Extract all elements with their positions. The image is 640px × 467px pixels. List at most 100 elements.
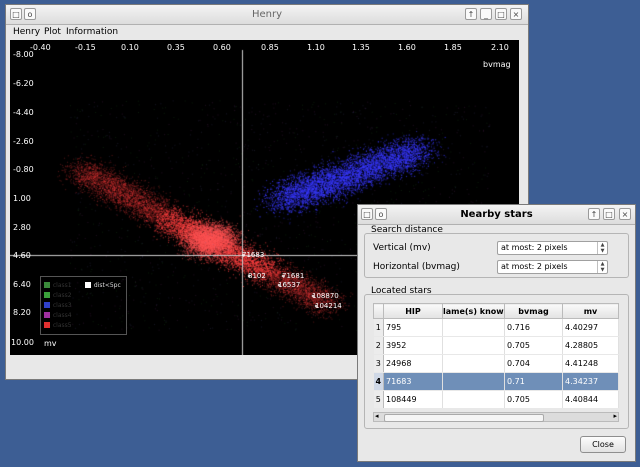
row-number[interactable]: 3 <box>373 354 384 373</box>
minimize-icon[interactable]: _ <box>480 8 492 20</box>
cell-names[interactable] <box>442 390 505 409</box>
star-label[interactable]: 71681 <box>282 272 304 280</box>
cell-names[interactable] <box>442 354 505 373</box>
x-tick: 1.35 <box>352 43 370 52</box>
main-titlebar[interactable]: □ o Henry ↑ _ □ × <box>6 5 528 25</box>
legend-item: class2 <box>44 290 72 300</box>
menu-plot[interactable]: Plot <box>44 27 61 37</box>
column-header-hip[interactable]: HIP <box>383 303 443 319</box>
legend-label: class4 <box>52 312 72 319</box>
x-axis-label: bvmag <box>483 60 511 69</box>
cell-bvmag[interactable]: 0.705 <box>504 390 563 409</box>
table-row[interactable]: 3 24968 0.704 4.41248 <box>373 354 619 373</box>
horizontal-label: Horizontal (bvmag) <box>373 262 460 272</box>
x-tick: 0.85 <box>261 43 279 52</box>
horizontal-distance-combo[interactable]: at most: 2 pixels ▲ ▼ <box>497 260 608 274</box>
y-tick: 10.00 <box>11 338 34 347</box>
x-tick: 2.10 <box>491 43 509 52</box>
cell-names[interactable] <box>442 318 505 337</box>
cell-mv[interactable]: 4.40297 <box>562 318 619 337</box>
y-tick: -2.60 <box>13 137 34 146</box>
close-button[interactable]: Close <box>580 436 626 453</box>
legend-item: class1 <box>44 280 72 290</box>
table-row[interactable]: 2 3952 0.705 4.28805 <box>373 336 619 355</box>
x-tick: 0.60 <box>213 43 231 52</box>
legend-label: class3 <box>52 302 72 309</box>
y-tick: -6.20 <box>13 79 34 88</box>
main-window-title: Henry <box>251 9 283 20</box>
vertical-distance-combo[interactable]: at most: 2 pixels ▲ ▼ <box>497 241 608 255</box>
x-tick: 1.85 <box>444 43 462 52</box>
cell-bvmag[interactable]: 0.716 <box>504 318 563 337</box>
plot-legend: class1 class2 class3 class4 class5 dist<… <box>40 276 127 335</box>
cell-mv[interactable]: 4.34237 <box>562 372 619 391</box>
star-label[interactable]: 16537 <box>278 281 300 289</box>
scroll-right-icon[interactable]: ▸ <box>613 412 617 420</box>
y-tick: 1.00 <box>13 194 31 203</box>
scroll-left-icon[interactable]: ◂ <box>375 412 379 420</box>
close-icon[interactable]: × <box>619 208 631 220</box>
x-tick: -0.15 <box>75 43 96 52</box>
cell-bvmag[interactable]: 0.704 <box>504 354 563 373</box>
cell-mv[interactable]: 4.40844 <box>562 390 619 409</box>
y-tick: -8.00 <box>13 50 34 59</box>
cell-hip[interactable]: 108449 <box>383 390 443 409</box>
legend-label: class2 <box>52 292 72 299</box>
column-header-mv[interactable]: mv <box>562 303 619 319</box>
x-tick: 1.10 <box>307 43 325 52</box>
menu-information[interactable]: Information <box>66 27 118 37</box>
table-row[interactable]: 1 795 0.716 4.40297 <box>373 318 619 337</box>
legend-note: dist<5pc <box>85 280 121 290</box>
maximize-icon[interactable]: □ <box>495 8 507 20</box>
y-axis-label: mv <box>44 339 57 348</box>
cell-bvmag[interactable]: 0.705 <box>504 336 563 355</box>
legend-label: class1 <box>52 282 72 289</box>
x-tick: 0.10 <box>121 43 139 52</box>
dialog-titlebar[interactable]: □ o Nearby stars ↑ □ × <box>358 205 635 225</box>
x-tick: 1.60 <box>398 43 416 52</box>
cell-names[interactable] <box>442 372 505 391</box>
cell-hip[interactable]: 795 <box>383 318 443 337</box>
cell-bvmag[interactable]: 0.71 <box>504 372 563 391</box>
located-stars-table[interactable]: HIP lame(s) knowi bvmag mv 1 795 0.716 4… <box>373 303 619 409</box>
legend-item: class3 <box>44 300 72 310</box>
vertical-label: Vertical (mv) <box>373 243 431 253</box>
table-row[interactable]: 5 108449 0.705 4.40844 <box>373 390 619 409</box>
star-label[interactable]: 8102 <box>248 272 266 280</box>
table-row[interactable]: 4 71683 0.71 4.34237 <box>373 372 619 391</box>
y-tick: 4.60 <box>13 251 31 260</box>
table-header-row: HIP lame(s) knowi bvmag mv <box>373 303 619 319</box>
star-label[interactable]: 71683 <box>242 251 264 259</box>
column-header-names[interactable]: lame(s) knowi <box>442 303 505 319</box>
cell-hip[interactable]: 3952 <box>383 336 443 355</box>
white-square-icon <box>85 281 91 288</box>
row-number[interactable]: 5 <box>373 390 384 409</box>
close-icon[interactable]: × <box>510 8 522 20</box>
spin-arrows-icon[interactable]: ▲ ▼ <box>597 261 607 273</box>
cell-mv[interactable]: 4.28805 <box>562 336 619 355</box>
star-label[interactable]: 104214 <box>315 302 342 310</box>
spin-arrows-icon[interactable]: ▲ ▼ <box>597 242 607 254</box>
maximize-icon[interactable]: □ <box>603 208 615 220</box>
keep-above-icon[interactable]: ↑ <box>465 8 477 20</box>
legend-item: class5 <box>44 320 72 330</box>
legend-label: class5 <box>52 322 72 329</box>
y-tick: -0.80 <box>13 165 34 174</box>
legend-item: class4 <box>44 310 72 320</box>
cell-mv[interactable]: 4.41248 <box>562 354 619 373</box>
y-tick: -4.40 <box>13 108 34 117</box>
keep-above-icon[interactable]: ↑ <box>588 208 600 220</box>
y-tick: 2.80 <box>13 223 31 232</box>
table-horizontal-scrollbar[interactable]: ◂ ▸ <box>373 412 619 422</box>
star-label[interactable]: 108870 <box>312 292 339 300</box>
row-number[interactable]: 2 <box>373 336 384 355</box>
scrollbar-thumb[interactable] <box>384 414 544 422</box>
menu-henry[interactable]: Henry <box>13 27 40 37</box>
y-tick: 6.40 <box>13 280 31 289</box>
cell-names[interactable] <box>442 336 505 355</box>
cell-hip[interactable]: 71683 <box>383 372 443 391</box>
row-number[interactable]: 1 <box>373 318 384 337</box>
cell-hip[interactable]: 24968 <box>383 354 443 373</box>
row-number[interactable]: 4 <box>373 372 384 391</box>
column-header-bvmag[interactable]: bvmag <box>504 303 563 319</box>
